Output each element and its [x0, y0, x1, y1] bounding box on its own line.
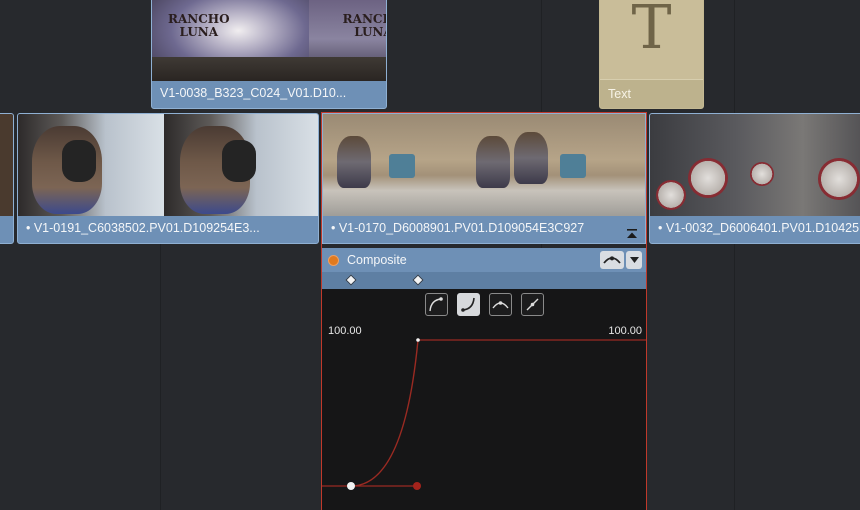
linear-curve-button[interactable]: [520, 292, 544, 316]
collapse-icon[interactable]: [626, 229, 638, 239]
person-figure: [514, 132, 549, 184]
clip-top[interactable]: RANCHO LUNA RANCHO LUNA V1-0038_B323_C02…: [151, 0, 387, 109]
ease-in-curve-icon: [428, 296, 443, 311]
clip-thumbnail: [164, 114, 318, 216]
linear-curve-icon: [526, 298, 538, 310]
ease-in-curve-button[interactable]: [424, 292, 448, 316]
drum-figure: [688, 158, 728, 198]
chair-figure: [560, 154, 587, 178]
keyframe-strip[interactable]: [322, 272, 646, 289]
ranch-sign: RANCHO LUNA: [342, 12, 386, 39]
keyframe-point: [347, 482, 355, 490]
text-thumbnail: T: [600, 0, 703, 79]
ease-curve: [350, 339, 419, 487]
chevron-down-icon: [629, 257, 639, 263]
bezier-peak-icon: [491, 300, 509, 308]
bezier-peak-button[interactable]: [488, 292, 512, 316]
ranch-sign: RANCHO LUNA: [168, 12, 230, 39]
clip-selected[interactable]: • V1-0170_D6008901.PV01.D109054E3C927: [322, 113, 646, 244]
ease-out-curve-button[interactable]: [456, 292, 480, 316]
microphone-figure: [222, 140, 257, 182]
bezier-handle: [413, 482, 421, 490]
clip-thumbnail: [18, 114, 165, 216]
clip-thumbnail: [650, 114, 860, 216]
clip-text[interactable]: T Text: [599, 0, 704, 109]
clip-label: • V1-0032_D6006401.PV01.D10425: [658, 221, 860, 235]
clip-thumbnail: RANCHO LUNA: [152, 0, 309, 81]
keyframe-record-icon[interactable]: [328, 254, 339, 266]
keyframe-curve-graph[interactable]: 100.00 100.00: [322, 319, 646, 510]
curve-view-icon: [603, 256, 621, 264]
drum-figure: [750, 162, 774, 186]
timeline-gridline: [734, 0, 735, 510]
keyframe-marker[interactable]: [412, 274, 424, 286]
clip-label: • V1-0191_C6038502.PV01.D109254E3...: [26, 221, 260, 235]
text-glyph: T: [631, 0, 672, 63]
ease-out-curve-icon: [460, 297, 475, 312]
keyframe-point: [416, 338, 420, 342]
clip-right[interactable]: • V1-0032_D6006401.PV01.D10425: [649, 113, 860, 244]
curve-plot: [322, 338, 646, 490]
clip-label: Text: [600, 80, 703, 108]
curve-toggle-button[interactable]: [600, 251, 624, 269]
dropdown-button[interactable]: [626, 251, 642, 269]
chair-figure: [389, 154, 415, 178]
drum-figure: [818, 158, 860, 200]
microphone-figure: [62, 140, 96, 182]
composite-header[interactable]: Composite: [322, 248, 646, 272]
clip-thumbnail: [607, 114, 645, 216]
clip-thumbnail: [323, 114, 433, 216]
composite-title: Composite: [347, 253, 407, 267]
clip-partial[interactable]: [0, 113, 14, 244]
person-figure: [476, 136, 511, 188]
clip-label: V1-0038_B323_C024_V01.D10...: [160, 86, 347, 100]
clip-label: • V1-0170_D6008901.PV01.D109054E3C927: [331, 221, 585, 235]
curve-toolbar: [322, 289, 646, 319]
keyframe-marker[interactable]: [345, 274, 357, 286]
person-figure: [337, 136, 371, 188]
clip-left[interactable]: • V1-0191_C6038502.PV01.D109254E3...: [17, 113, 319, 244]
drum-figure: [656, 180, 686, 210]
clip-thumbnail: RANCHO LUNA: [308, 0, 386, 81]
clip-thumbnail: [432, 114, 608, 216]
clip-thumbnail: [0, 114, 13, 216]
